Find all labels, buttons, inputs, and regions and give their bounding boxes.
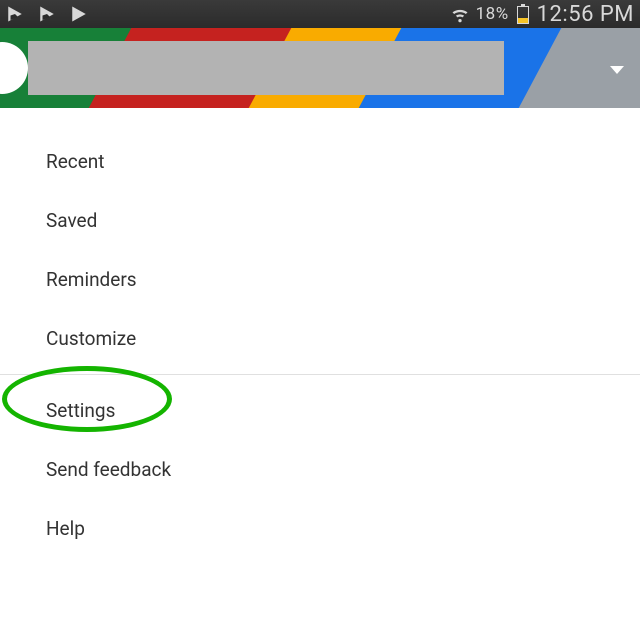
clock: 12:56 PM: [537, 2, 634, 27]
status-right: 18% 12:56 PM: [450, 2, 634, 27]
dropdown-caret-icon[interactable]: [610, 66, 624, 74]
menu-item-saved[interactable]: Saved: [0, 191, 640, 250]
menu-item-reminders[interactable]: Reminders: [0, 250, 640, 309]
play-store-icon: [70, 5, 88, 23]
wifi-icon: [450, 4, 470, 24]
nav-menu: Recent Saved Reminders Customize Setting…: [0, 108, 640, 558]
play-music-icon: [6, 5, 24, 23]
menu-item-customize[interactable]: Customize: [0, 309, 640, 368]
menu-item-feedback[interactable]: Send feedback: [0, 440, 640, 499]
battery-percent: 18%: [476, 4, 509, 24]
app-header: [0, 28, 640, 108]
play-music-icon: [38, 5, 56, 23]
menu-divider: [0, 374, 640, 375]
status-left: [6, 5, 88, 23]
menu-item-recent[interactable]: Recent: [0, 132, 640, 191]
menu-item-settings[interactable]: Settings: [0, 381, 640, 440]
menu-item-help[interactable]: Help: [0, 499, 640, 558]
status-bar: 18% 12:56 PM: [0, 0, 640, 28]
search-input[interactable]: [28, 41, 504, 95]
battery-icon: [517, 6, 529, 24]
